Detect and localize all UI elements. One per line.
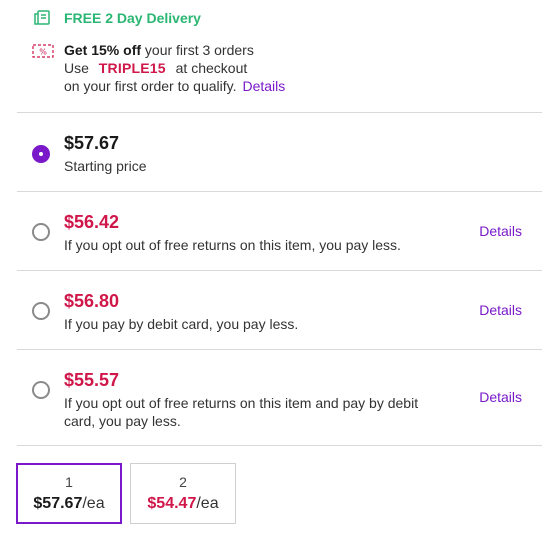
- unit-price: $54.47: [147, 495, 197, 512]
- promo-qualify-text: on your first order to qualify.: [64, 78, 237, 94]
- quantity-number: 1: [65, 474, 73, 490]
- price-option-debit-card[interactable]: $56.80 If you pay by debit card, you pay…: [17, 270, 542, 349]
- quantity-tile-1[interactable]: 1 $57.67/ea: [16, 463, 122, 524]
- radio-selected-icon[interactable]: [32, 145, 50, 163]
- option-price: $56.42: [64, 212, 120, 232]
- price-option-no-returns-debit[interactable]: $55.57 If you opt out of free returns on…: [17, 349, 542, 445]
- option-description: If you opt out of free returns on this i…: [64, 395, 419, 429]
- promo-line-1: Get 15% off your first 3 orders: [64, 41, 285, 59]
- option-description: If you pay by debit card, you pay less.: [64, 316, 299, 332]
- promo-code: TRIPLE15: [98, 60, 166, 76]
- svg-text:%: %: [39, 48, 47, 57]
- promo-line1-rest: your first 3 orders: [141, 42, 254, 58]
- option-price: $55.57: [64, 370, 120, 390]
- quantity-number: 2: [179, 474, 187, 490]
- radio-unselected-icon[interactable]: [32, 223, 50, 241]
- unit-price: $57.67: [33, 495, 83, 512]
- radio-unselected-icon[interactable]: [32, 302, 50, 320]
- option-details-link[interactable]: Details: [479, 388, 522, 406]
- option-description: Starting price: [64, 158, 147, 174]
- promo-details-link[interactable]: Details: [242, 78, 285, 94]
- price-option-starting[interactable]: $57.67 Starting price: [17, 112, 542, 191]
- delivery-banner: FREE 2 Day Delivery: [33, 8, 201, 28]
- promo-use-text: Use: [64, 60, 89, 76]
- price-options: $57.67 Starting price $56.42 If you opt …: [17, 112, 542, 446]
- option-details-link[interactable]: Details: [479, 222, 522, 240]
- divider: [17, 445, 542, 446]
- quantity-price: $57.67/ea: [18, 494, 120, 514]
- promo-line-3: on your first order to qualify. Details: [64, 77, 285, 95]
- option-details-link[interactable]: Details: [479, 301, 522, 319]
- quantity-tile-2[interactable]: 2 $54.47/ea: [130, 463, 236, 524]
- unit-label: /ea: [196, 495, 219, 512]
- option-description: If you opt out of free returns on this i…: [64, 237, 401, 253]
- promo-checkout-text: at checkout: [175, 60, 248, 76]
- unit-label: /ea: [82, 495, 105, 512]
- promo-offer: % Get 15% off your first 3 orders Use TR…: [32, 41, 285, 95]
- price-option-no-returns[interactable]: $56.42 If you opt out of free returns on…: [17, 191, 542, 270]
- quantity-price: $54.47/ea: [131, 494, 235, 514]
- delivery-label: FREE 2 Day Delivery: [64, 10, 201, 26]
- truck-icon: [34, 10, 50, 25]
- option-price: $56.80: [64, 291, 120, 311]
- discount-tag-icon: %: [32, 44, 54, 58]
- promo-line-2: Use TRIPLE15 at checkout: [64, 59, 285, 77]
- option-price: $57.67: [64, 133, 120, 153]
- promo-headline: Get 15% off: [64, 42, 142, 58]
- radio-unselected-icon[interactable]: [32, 381, 50, 399]
